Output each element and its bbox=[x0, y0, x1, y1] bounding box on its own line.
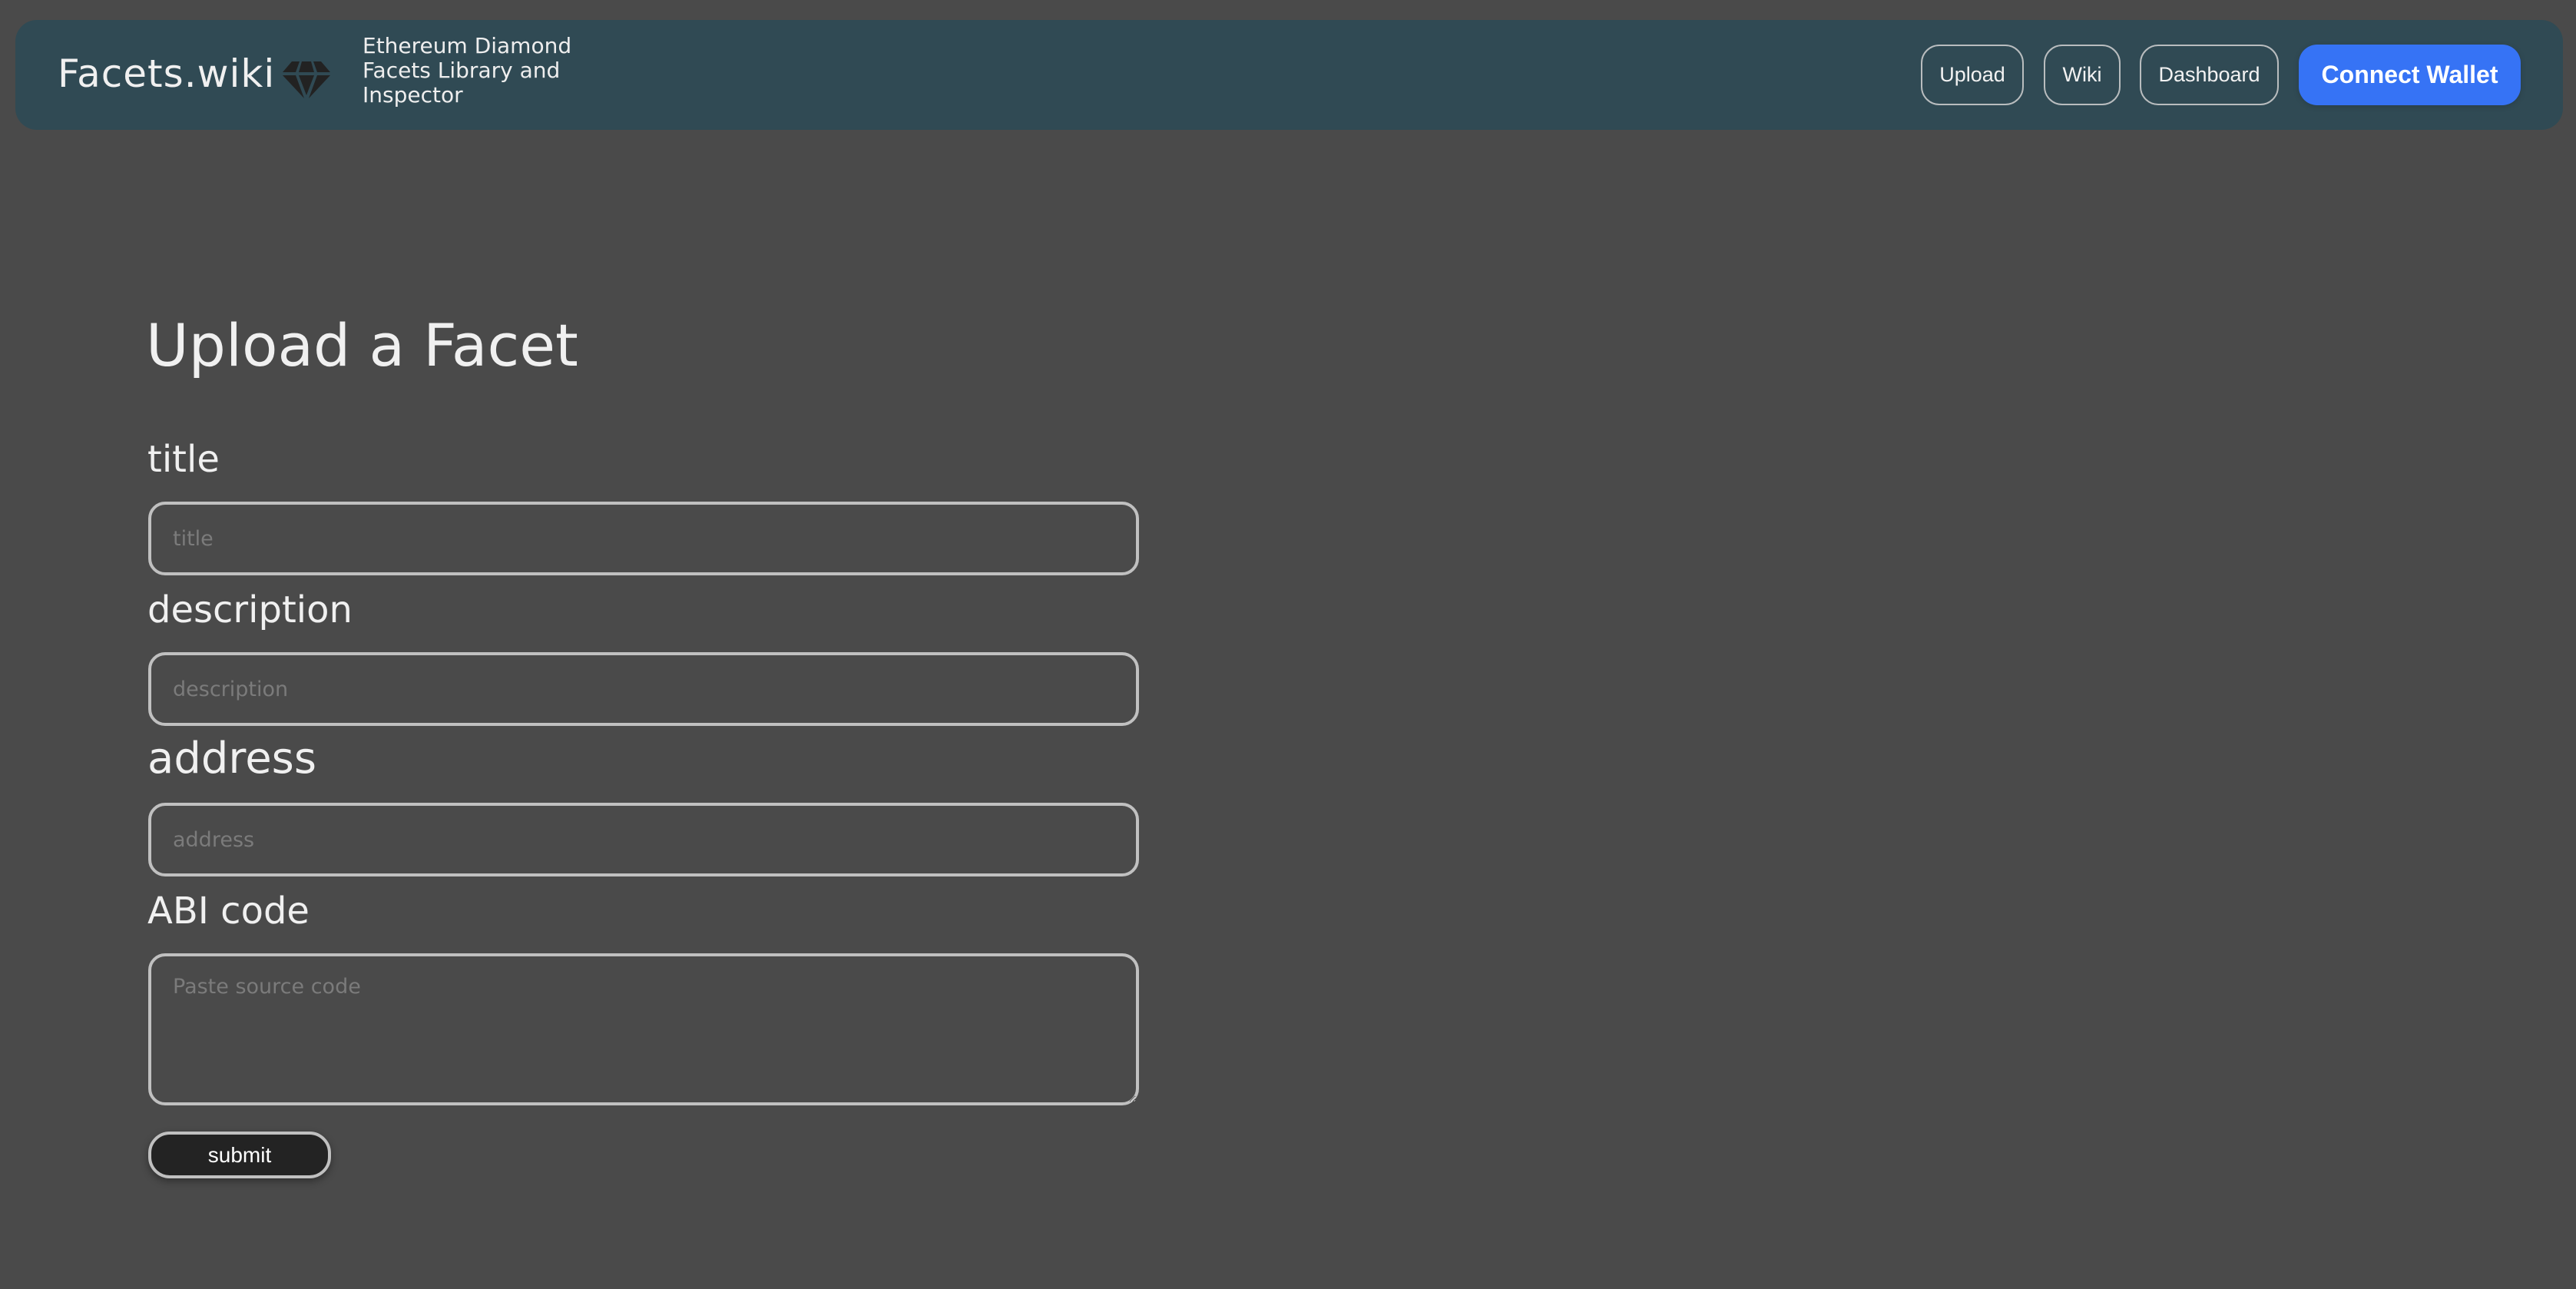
diamond-icon bbox=[283, 61, 330, 98]
abi-code-textarea[interactable] bbox=[148, 953, 1139, 1105]
title-label: title bbox=[147, 438, 220, 481]
title-input[interactable] bbox=[148, 502, 1139, 575]
address-label: address bbox=[147, 734, 317, 784]
submit-button[interactable]: submit bbox=[148, 1132, 331, 1178]
tagline-line-1: Ethereum Diamond bbox=[363, 33, 572, 58]
nav-upload-button[interactable]: Upload bbox=[1921, 45, 2024, 105]
address-input[interactable] bbox=[148, 803, 1139, 876]
page-title: Upload a Facet bbox=[146, 311, 578, 379]
top-navbar: Facets.wiki Ethereum Diamond Facets Libr… bbox=[15, 20, 2563, 130]
nav-dashboard-button[interactable]: Dashboard bbox=[2140, 45, 2279, 105]
tagline-line-3: Inspector bbox=[363, 82, 463, 108]
connect-wallet-button[interactable]: Connect Wallet bbox=[2299, 45, 2521, 105]
description-input[interactable] bbox=[148, 652, 1139, 726]
description-label: description bbox=[147, 588, 353, 631]
abi-code-label: ABI code bbox=[147, 890, 310, 933]
brand-name[interactable]: Facets.wiki bbox=[58, 51, 275, 97]
tagline-line-2: Facets Library and bbox=[363, 58, 561, 83]
nav-wiki-button[interactable]: Wiki bbox=[2044, 45, 2121, 105]
site-tagline: Ethereum Diamond Facets Library and Insp… bbox=[363, 34, 608, 108]
